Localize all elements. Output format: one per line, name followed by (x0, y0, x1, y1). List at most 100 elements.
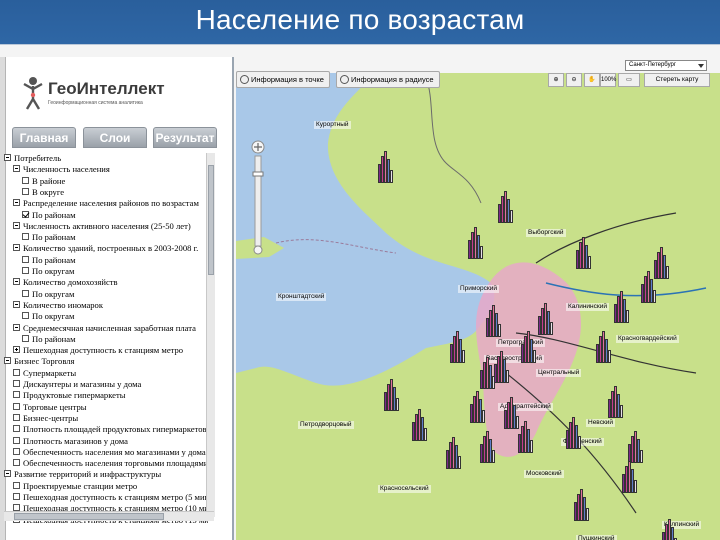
checkbox[interactable] (22, 210, 29, 218)
district-age-bars[interactable] (378, 149, 393, 183)
checkbox[interactable] (13, 413, 20, 421)
city-select[interactable]: Санкт-Петербург (625, 60, 707, 71)
tree-item[interactable]: Количество домохозяйств (13, 277, 118, 288)
checkbox[interactable] (13, 436, 20, 444)
collapse-icon[interactable] (4, 470, 11, 478)
district-age-bars[interactable] (566, 415, 581, 449)
checkbox[interactable] (13, 402, 20, 410)
checkbox[interactable] (13, 380, 20, 387)
district-age-bars[interactable] (521, 329, 536, 363)
district-age-bars[interactable] (654, 245, 669, 279)
tree-item[interactable]: Продуктовые гипермаркеты (13, 390, 126, 401)
checkbox[interactable] (22, 267, 29, 274)
district-age-bars[interactable] (622, 459, 637, 493)
tree-item[interactable]: По округам (22, 311, 74, 322)
checkbox[interactable] (22, 187, 29, 195)
tree-item[interactable]: По округам (22, 266, 74, 277)
scroll-thumb[interactable] (14, 513, 164, 520)
tree-item[interactable]: Обеспеченность населения торговыми площа… (13, 458, 208, 469)
info-point-button[interactable]: Информация в точке (236, 71, 330, 88)
checkbox[interactable] (22, 289, 29, 297)
collapse-icon[interactable] (13, 300, 20, 308)
district-age-bars[interactable] (628, 429, 643, 463)
zoom-in-tool-icon[interactable]: ⊕ (548, 73, 564, 87)
district-age-bars[interactable] (494, 349, 509, 383)
tree-horizontal-scrollbar[interactable] (4, 511, 214, 521)
district-age-bars[interactable] (480, 355, 495, 389)
district-age-bars[interactable] (641, 269, 656, 303)
tree-item[interactable]: Численность активного населения (25-50 л… (13, 221, 191, 232)
tab-layers[interactable]: Слои (83, 127, 147, 148)
district-age-bars[interactable] (608, 384, 623, 418)
tree-item[interactable]: Среднемесячная начисленная заработная пл… (13, 323, 196, 334)
checkbox[interactable] (13, 391, 20, 399)
district-age-bars[interactable] (446, 435, 461, 469)
district-age-bars[interactable] (662, 517, 677, 540)
district-age-bars[interactable] (470, 389, 485, 423)
info-radius-button[interactable]: Информация в радиусе (336, 71, 440, 88)
tree-item[interactable]: Бизнес-центры (13, 413, 78, 424)
map-zoom-control[interactable] (248, 140, 268, 255)
tree-item[interactable]: Количество зданий, построенных в 2003-20… (13, 243, 198, 254)
district-age-bars[interactable] (450, 329, 465, 363)
tree-item[interactable]: В округе (22, 187, 64, 198)
checkbox[interactable] (22, 255, 29, 263)
district-age-bars[interactable] (486, 303, 501, 337)
fullscreen-icon[interactable]: ▭ (618, 73, 640, 87)
checkbox[interactable] (13, 481, 20, 489)
collapse-icon[interactable] (13, 165, 20, 173)
zoom-out-tool-icon[interactable]: ⊖ (566, 73, 582, 87)
district-age-bars[interactable] (498, 189, 513, 223)
tree-item[interactable]: Распределение населения районов по возра… (13, 198, 199, 209)
district-age-bars[interactable] (574, 487, 589, 521)
district-age-bars[interactable] (614, 289, 629, 323)
district-age-bars[interactable] (412, 407, 427, 441)
checkbox[interactable] (22, 176, 29, 184)
tree-item[interactable]: Развитие территорий и инфраструктуры (4, 469, 161, 480)
district-age-bars[interactable] (538, 301, 553, 335)
tree-item[interactable]: Торговые центры (13, 402, 87, 413)
collapse-icon[interactable] (13, 221, 20, 229)
tree-item[interactable]: Пешеходная доступность к станциям метро … (13, 492, 208, 503)
tree-item[interactable]: Плотность площадей продуктовых гипермарк… (13, 424, 207, 435)
tab-result[interactable]: Результат (153, 127, 217, 148)
tree-item[interactable]: Плотность магазинов у дома (13, 436, 128, 447)
district-age-bars[interactable] (596, 329, 611, 363)
zoom-100-button[interactable]: 100% (600, 73, 616, 87)
tree-item[interactable]: По районам (22, 255, 76, 266)
checkbox[interactable] (22, 233, 29, 241)
district-age-bars[interactable] (384, 377, 399, 411)
district-age-bars[interactable] (504, 395, 519, 429)
tree-item[interactable]: Потребитель (4, 153, 61, 164)
collapse-icon[interactable] (4, 357, 11, 365)
district-age-bars[interactable] (468, 225, 483, 259)
district-age-bars[interactable] (576, 235, 591, 269)
checkbox[interactable] (13, 493, 20, 500)
scroll-thumb[interactable] (208, 165, 214, 275)
checkbox[interactable] (13, 425, 20, 433)
tree-item[interactable]: Бизнес Торговля (4, 356, 75, 367)
checkbox[interactable] (22, 334, 29, 342)
tree-item[interactable]: Обеспеченность населения мо магазинами у… (13, 447, 206, 458)
tree-item[interactable]: Супермаркеты (13, 368, 76, 379)
tree-item[interactable]: По районам (22, 334, 76, 345)
district-age-bars[interactable] (480, 429, 495, 463)
checkbox[interactable] (13, 447, 20, 455)
tab-main[interactable]: Главная (12, 127, 76, 148)
tree-item[interactable]: В районе (22, 176, 65, 187)
checkbox[interactable] (22, 312, 29, 320)
tree-item[interactable]: Дискаунтеры и магазины у дома (13, 379, 141, 390)
tree-vertical-scrollbar[interactable] (206, 153, 215, 517)
pan-tool-icon[interactable]: ✋ (584, 73, 600, 87)
tree-item[interactable]: Пешеходная доступность к станциям метро (13, 345, 183, 356)
checkbox[interactable] (13, 459, 20, 467)
expand-icon[interactable] (13, 346, 20, 354)
district-age-bars[interactable] (518, 419, 533, 453)
tree-item[interactable]: По округам (22, 289, 74, 300)
collapse-icon[interactable] (13, 244, 20, 252)
tree-item[interactable]: Количество иномарок (13, 300, 103, 311)
tree-item[interactable]: Численность населения (13, 164, 110, 175)
tree-item[interactable]: Проектируемые станции метро (13, 481, 137, 492)
tree-item[interactable]: По районам (22, 210, 76, 221)
clear-map-button[interactable]: Стереть карту (644, 73, 710, 87)
